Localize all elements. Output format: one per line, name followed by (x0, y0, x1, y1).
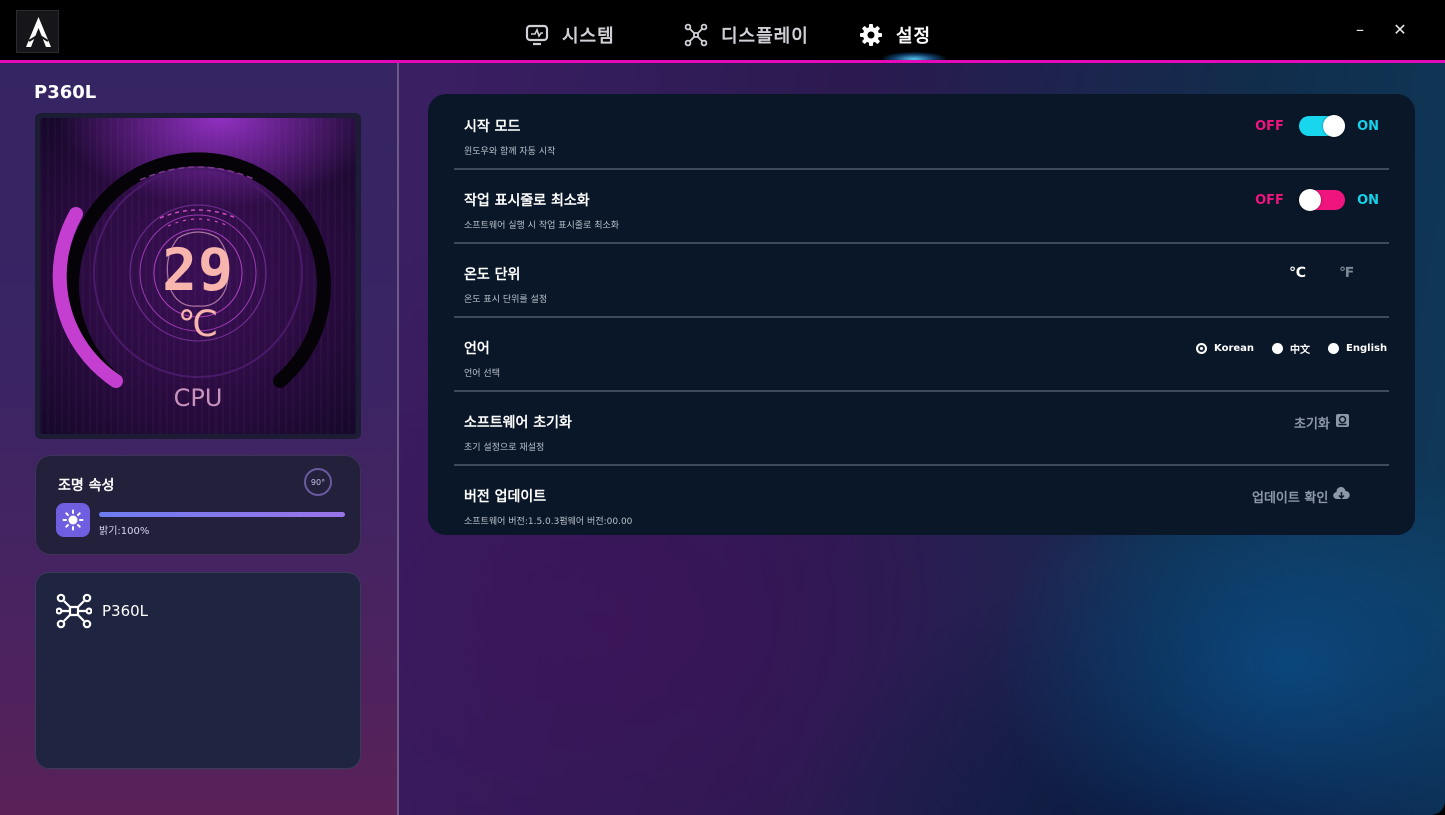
brightness-sun-icon (56, 503, 90, 537)
minimize-tray-toggle-group: OFF ON (1255, 189, 1379, 211)
brightness-slider-fill (99, 512, 345, 517)
language-option-label: Korean (1214, 343, 1255, 354)
tab-display-label: 디스플레이 (721, 26, 809, 47)
language-title: 언어 (464, 341, 490, 357)
reset-desc: 초기 설정으로 재설정 (464, 443, 545, 453)
update-check-button[interactable]: 업데이트 확인 (1252, 486, 1351, 506)
device-title: P360L (34, 82, 97, 103)
startup-off-label: OFF (1255, 118, 1284, 134)
minimize-tray-desc: 소프트웨어 실행 시 작업 표시줄로 최소화 (464, 221, 620, 231)
temp-unit-desc: 온도 표시 단위를 설정 (464, 295, 548, 305)
tab-settings[interactable]: 설정 (858, 20, 931, 50)
tab-display[interactable]: 디스플레이 (683, 20, 809, 50)
close-button[interactable]: ✕ (1389, 18, 1411, 40)
lighting-title: 조명 속성 (58, 478, 115, 494)
network-nodes-icon (683, 22, 709, 48)
reset-icon (1335, 413, 1350, 432)
device-card-name: P360L (102, 602, 149, 620)
minimize-tray-off-label: OFF (1255, 192, 1284, 208)
celsius-option[interactable]: ℃ (1289, 265, 1306, 281)
language-radio-group: Korean 中文 English (1196, 341, 1387, 356)
tab-system[interactable]: 시스템 (524, 20, 615, 50)
setting-row-temp-unit: 온도 단위 온도 표시 단위를 설정 ℃ ℉ (454, 244, 1389, 318)
radio-icon (1328, 343, 1340, 354)
setting-row-language: 언어 언어 선택 Korean 中文 English (454, 318, 1389, 392)
cpu-gauge: 29 ℃ CPU (40, 118, 356, 434)
startup-on-label: ON (1357, 118, 1379, 134)
tab-system-label: 시스템 (562, 26, 615, 47)
gear-icon (858, 22, 884, 48)
device-card[interactable]: P360L (35, 572, 361, 769)
title-bar: 시스템 디스플레이 설정 – ✕ (0, 0, 1445, 60)
cloud-download-icon (1333, 486, 1351, 506)
toggle-knob (1299, 189, 1322, 211)
minimize-tray-title: 작업 표시줄로 최소화 (464, 193, 590, 209)
reset-title: 소프트웨어 초기화 (464, 415, 572, 431)
network-nodes-icon (55, 593, 93, 629)
update-title: 버전 업데이트 (464, 489, 547, 505)
language-option-label: 中文 (1290, 345, 1311, 356)
rotate-90-icon[interactable]: 90° (304, 468, 332, 496)
temp-unit-title: 온도 단위 (464, 267, 521, 283)
cpu-temperature-card: 29 ℃ CPU (35, 113, 361, 439)
brightness-label: 밝기:100% (99, 526, 150, 537)
reset-button-label: 초기화 (1294, 417, 1330, 432)
language-desc: 언어 선택 (464, 369, 500, 379)
language-option-label: English (1346, 343, 1388, 354)
update-check-label: 업데이트 확인 (1252, 491, 1329, 506)
cpu-temperature-unit: ℃ (177, 304, 219, 345)
panel-divider (397, 63, 399, 815)
language-option-korean[interactable]: Korean (1196, 341, 1254, 356)
radio-icon (1272, 343, 1284, 354)
cpu-temperature-value: 29 (162, 236, 234, 304)
language-option-chinese[interactable]: 中文 (1272, 341, 1310, 356)
language-option-english[interactable]: English (1328, 341, 1387, 356)
cpu-label: CPU (173, 384, 223, 412)
fahrenheit-option[interactable]: ℉ (1339, 265, 1354, 281)
update-desc: 소프트웨어 버전:1.5.0.3펌웨어 버전:00.00 (464, 517, 633, 527)
minimize-tray-toggle[interactable] (1299, 189, 1346, 211)
setting-row-startup: 시작 모드 윈도우와 함께 자동 시작 OFF ON (454, 96, 1389, 170)
startup-toggle[interactable] (1299, 115, 1346, 137)
settings-panel: 시작 모드 윈도우와 함께 자동 시작 OFF ON 작업 표시줄로 최소화 소… (428, 94, 1415, 535)
reset-button[interactable]: 초기화 (1294, 413, 1350, 432)
setting-row-update: 버전 업데이트 소프트웨어 버전:1.5.0.3펌웨어 버전:00.00 업데이… (454, 466, 1389, 540)
minimize-button[interactable]: – (1349, 18, 1371, 40)
minimize-tray-on-label: ON (1357, 192, 1379, 208)
monitor-icon (524, 22, 550, 48)
radio-selected-icon (1196, 343, 1207, 354)
startup-title: 시작 모드 (464, 119, 521, 135)
startup-desc: 윈도우와 함께 자동 시작 (464, 147, 556, 157)
setting-row-minimize-tray: 작업 표시줄로 최소화 소프트웨어 실행 시 작업 표시줄로 최소화 OFF O… (454, 170, 1389, 244)
brightness-slider[interactable] (99, 512, 345, 517)
startup-toggle-group: OFF ON (1255, 115, 1379, 137)
app-logo-icon (16, 10, 59, 53)
tab-settings-label: 설정 (896, 26, 932, 47)
lighting-card: 조명 속성 90° 밝기:100% (35, 455, 361, 555)
toggle-knob (1323, 115, 1346, 137)
setting-row-reset: 소프트웨어 초기화 초기 설정으로 재설정 초기화 (454, 392, 1389, 466)
